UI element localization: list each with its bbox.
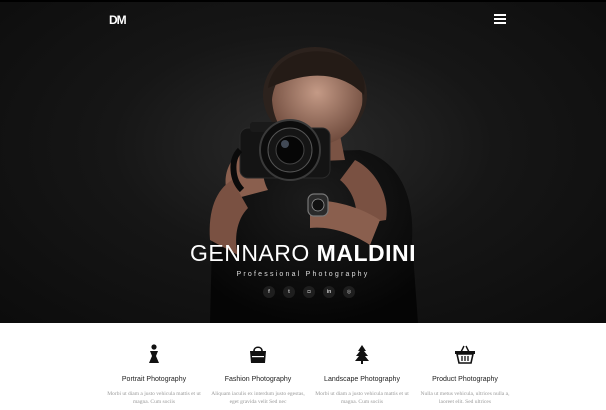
service-label: Product Photography — [432, 376, 498, 383]
service-label: Fashion Photography — [224, 376, 292, 383]
service-label: Landscape Photography — [324, 376, 400, 383]
pine-tree-icon — [355, 345, 369, 364]
linkedin-icon[interactable]: in — [323, 286, 335, 298]
top-border — [0, 0, 606, 2]
instagram-icon[interactable]: ◘ — [303, 286, 315, 298]
site-logo[interactable]: DM — [109, 13, 127, 27]
portrait-person-icon — [149, 344, 159, 363]
service-description: Aliquam iaculis ex interdum justo egesta… — [211, 391, 305, 405]
service-description: Nulla ut metus vehicula, ultrices nulla … — [420, 391, 510, 405]
services-section: Portrait Photography Morbi ut diam a jus… — [0, 323, 606, 410]
hamburger-menu-icon[interactable] — [494, 14, 506, 24]
hero-title: GENNARO MALDINI — [0, 240, 606, 267]
shopping-basket-icon — [455, 345, 475, 364]
hero-title-last: MALDINI — [316, 240, 416, 266]
service-description: Morbi ut diam a justo vehicula mattis et… — [315, 391, 409, 405]
shopping-bag-icon — [250, 346, 266, 363]
social-links: f t ◘ in ◎ — [263, 286, 355, 300]
hero-subtitle: Professional Photography — [236, 271, 370, 278]
twitter-icon[interactable]: t — [283, 286, 295, 298]
facebook-icon[interactable]: f — [263, 286, 275, 298]
hero-title-first: GENNARO — [189, 240, 310, 266]
service-description: Morbi ut diam a justo vehicula mattis et… — [107, 391, 201, 405]
hero-section: DM GENNARO MALDINI Professional Photogra… — [0, 0, 606, 323]
dribbble-icon[interactable]: ◎ — [343, 286, 355, 298]
service-label: Portrait Photography — [121, 376, 187, 383]
photographer-photo — [209, 47, 418, 323]
